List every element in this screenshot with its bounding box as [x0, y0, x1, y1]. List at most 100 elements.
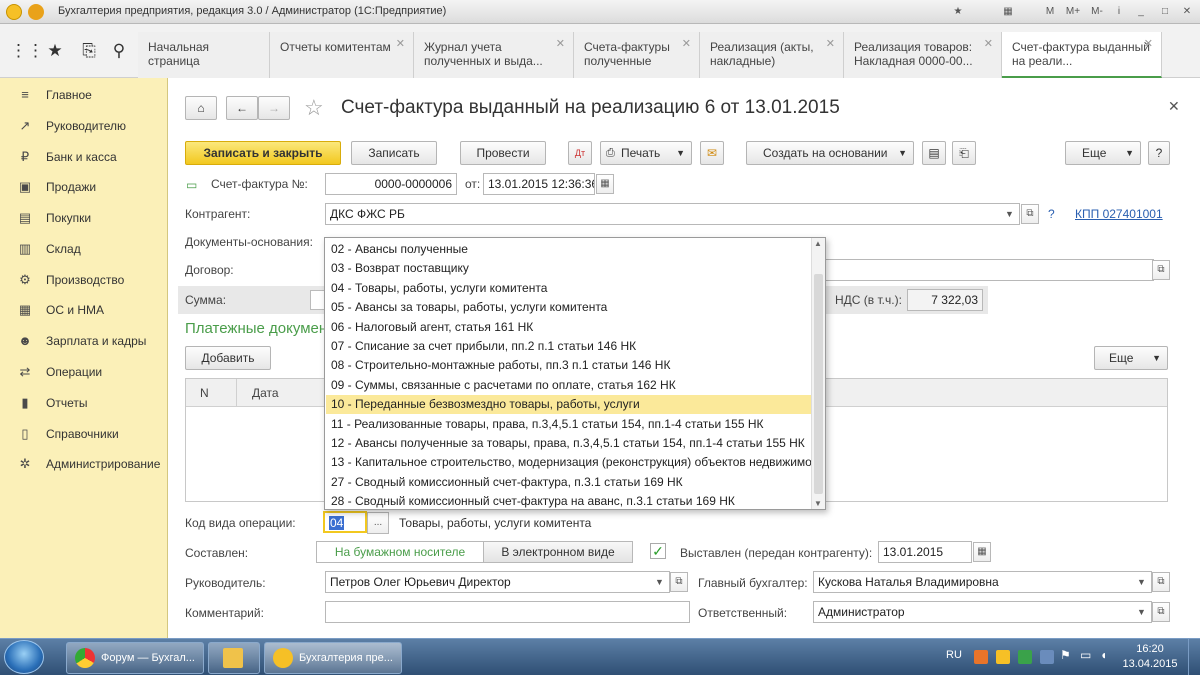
clock-date[interactable]: 13.04.2015	[1120, 658, 1180, 670]
memory-m-button[interactable]: M	[1040, 4, 1060, 20]
tray-drive-icon[interactable]	[1018, 650, 1032, 664]
scroll-down-icon[interactable]: ▼	[814, 499, 822, 508]
column-header-date[interactable]: Дата	[252, 386, 279, 400]
save-button[interactable]: Записать	[351, 141, 437, 165]
print-button[interactable]: Печать ▼ ⎙	[600, 141, 692, 165]
create-based-on-button[interactable]: Создать на основании ▼	[746, 141, 914, 165]
close-icon[interactable]: ✕	[826, 37, 835, 51]
close-icon[interactable]: ✕	[556, 37, 565, 51]
sidebar-item-references[interactable]: ▯ Справочники	[0, 419, 168, 449]
sidebar-item-warehouse[interactable]: ▥ Склад	[0, 234, 168, 264]
dropdown-option[interactable]: 13 - Капитальное строительство, модерниз…	[326, 453, 825, 472]
column-header-number[interactable]: N	[200, 386, 209, 400]
table-more-button[interactable]: Еще ▼	[1094, 346, 1168, 370]
chevron-down-icon[interactable]: ▼	[655, 577, 664, 587]
close-icon[interactable]: ✕	[396, 37, 405, 51]
star-icon[interactable]: ★	[948, 4, 968, 20]
taskbar-item-explorer[interactable]	[208, 642, 260, 674]
maximize-button[interactable]: □	[1156, 4, 1174, 20]
tab-invoice-issued[interactable]: Счет-фактура выданный на реали... ✕	[1002, 32, 1162, 78]
close-icon[interactable]: ✕	[682, 37, 691, 51]
tray-1c-icon[interactable]	[996, 650, 1010, 664]
open-icon[interactable]: ⧉	[1152, 260, 1170, 280]
operation-code-field[interactable]: 04	[323, 511, 367, 533]
add-button[interactable]: Добавить	[185, 346, 271, 370]
show-desktop-button[interactable]	[1188, 639, 1200, 675]
sidebar-item-main[interactable]: ≡ Главное	[0, 80, 168, 110]
sidebar-item-reports[interactable]: ▮ Отчеты	[0, 388, 168, 418]
select-ellipsis-button[interactable]: ...	[367, 512, 389, 534]
scroll-up-icon[interactable]: ▲	[814, 239, 822, 248]
dropdown-option[interactable]: 11 - Реализованные товары, права, п.3,4,…	[326, 415, 812, 434]
sidebar-item-fixed-assets[interactable]: ▦ ОС и НМА	[0, 295, 168, 325]
sidebar-item-operations[interactable]: ⇄ Операции	[0, 357, 168, 387]
close-icon[interactable]: ✕	[1144, 37, 1153, 51]
tab-home[interactable]: Начальная страница	[138, 32, 270, 78]
tab-sales-acts[interactable]: Реализация (акты, накладные) ✕	[700, 32, 844, 78]
close-window-button[interactable]: ✕	[1178, 4, 1196, 20]
memory-plus-button[interactable]: M+	[1062, 4, 1084, 20]
sidebar-item-salary[interactable]: ☻ Зарплата и кадры	[0, 326, 168, 356]
calendar-icon[interactable]: ▦	[596, 174, 614, 194]
chevron-down-icon[interactable]: ▼	[1137, 607, 1146, 617]
dropdown-option[interactable]: 03 - Возврат поставщику	[326, 259, 812, 278]
responsible-field[interactable]: Администратор	[813, 601, 1152, 623]
tray-network-icon[interactable]	[1040, 650, 1054, 664]
calendar-icon[interactable]: ▦	[973, 542, 991, 562]
paper-toggle[interactable]: На бумажном носителе	[316, 541, 484, 563]
chevron-down-icon[interactable]: ▼	[1137, 577, 1146, 587]
sidebar-item-sales[interactable]: ▣ Продажи	[0, 172, 168, 202]
start-button[interactable]	[4, 640, 44, 674]
forward-button[interactable]: →	[258, 96, 290, 120]
dropdown-scrollbar[interactable]: ▲ ▼	[811, 238, 825, 509]
more-button[interactable]: Еще ▼	[1065, 141, 1141, 165]
tray-monitor-icon[interactable]: ▭	[1080, 648, 1091, 662]
attachment-icon[interactable]: ⎗	[952, 141, 976, 165]
info-icon[interactable]: i	[1110, 4, 1128, 20]
open-icon[interactable]: ⧉	[1152, 572, 1170, 592]
open-icon[interactable]: ⧉	[670, 572, 688, 592]
invoice-date-field[interactable]: 13.01.2015 12:36:36	[483, 173, 595, 195]
tab-sales-waybill[interactable]: Реализация товаров: Накладная 0000-00...…	[844, 32, 1002, 78]
dropdown-option[interactable]: 06 - Налоговый агент, статья 161 НК	[326, 318, 812, 337]
comment-field[interactable]	[325, 601, 690, 623]
menu-icon[interactable]	[28, 4, 44, 20]
scrollbar-thumb[interactable]	[814, 274, 823, 494]
debit-credit-icon[interactable]: Дт	[568, 141, 592, 165]
calendar-icon[interactable]: ▦	[998, 4, 1018, 20]
tab-invoices-received[interactable]: Счета-фактуры полученные ✕	[574, 32, 700, 78]
tray-volume-icon[interactable]: ◖	[1100, 648, 1107, 662]
save-and-close-button[interactable]: Записать и закрыть	[185, 141, 341, 165]
chief-accountant-field[interactable]: Кускова Наталья Владимировна	[813, 571, 1152, 593]
electronic-toggle[interactable]: В электронном виде	[483, 541, 633, 563]
tab-reports-committents[interactable]: Отчеты комитентам ✕	[270, 32, 414, 78]
apps-grid-icon[interactable]: ⋮⋮	[10, 40, 44, 62]
dropdown-option[interactable]: 05 - Авансы за товары, работы, услуги ко…	[326, 298, 812, 317]
dropdown-option[interactable]: 04 - Товары, работы, услуги комитента	[326, 279, 812, 298]
home-button[interactable]: ⌂	[185, 96, 217, 120]
dropdown-option[interactable]: 02 - Авансы полученные	[326, 240, 812, 259]
contractor-field[interactable]: ДКС ФЖС РБ	[325, 203, 1020, 225]
tab-journal[interactable]: Журнал учета полученных и выда... ✕	[414, 32, 574, 78]
head-field[interactable]: Петров Олег Юрьевич Директор	[325, 571, 670, 593]
close-form-icon[interactable]: ✕	[1168, 98, 1180, 115]
dropdown-option[interactable]: 09 - Суммы, связанные с расчетами по опл…	[326, 376, 812, 395]
taskbar-item-1c[interactable]: Бухгалтерия пре...	[264, 642, 402, 674]
memory-minus-button[interactable]: M-	[1086, 4, 1108, 20]
chevron-down-icon[interactable]: ▼	[1005, 209, 1014, 219]
email-icon[interactable]: ✉	[700, 141, 724, 165]
dropdown-option[interactable]: 08 - Строительно-монтажные работы, пп.3 …	[326, 356, 812, 375]
kpp-help-icon[interactable]: ?	[1048, 207, 1055, 221]
taskbar-item-browser[interactable]: Форум — Бухгал...	[66, 642, 204, 674]
open-icon[interactable]: ⧉	[1152, 602, 1170, 622]
favorite-star-icon[interactable]: ☆	[304, 96, 324, 120]
kpp-link[interactable]: КПП 027401001	[1075, 207, 1163, 221]
dropdown-option[interactable]: 27 - Сводный комиссионный счет-фактура, …	[326, 473, 812, 492]
operation-code-dropdown[interactable]: 28 - Сводный комиссионный счет-фактура н…	[324, 237, 826, 510]
dropdown-option[interactable]: 07 - Списание за счет прибыли, пп.2 п.1 …	[326, 337, 812, 356]
issued-checkbox[interactable]: ✓	[650, 543, 666, 559]
tray-app-icon[interactable]	[974, 650, 988, 664]
sidebar-item-administration[interactable]: ✲ Администрирование	[0, 449, 168, 479]
invoice-number-field[interactable]: 0000-0000006	[325, 173, 457, 195]
document-icon[interactable]: ▤	[922, 141, 946, 165]
